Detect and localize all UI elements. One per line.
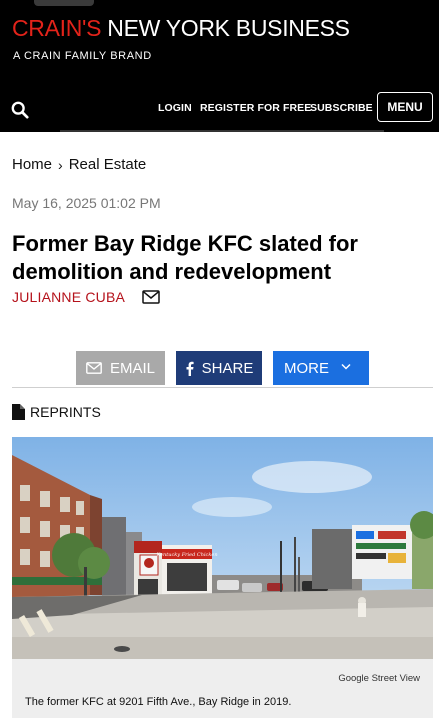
breadcrumb: Home › Real Estate	[12, 156, 146, 173]
share-divider	[12, 387, 433, 388]
breadcrumb-separator: ›	[58, 156, 63, 173]
facebook-icon	[186, 361, 194, 376]
header-divider	[60, 130, 384, 132]
share-email-button[interactable]: EMAIL	[76, 351, 165, 385]
document-icon	[12, 404, 25, 420]
site-logo[interactable]: CRAIN'S NEW YORK BUSINESS	[12, 15, 350, 42]
reprints-link[interactable]: REPRINTS	[12, 404, 101, 420]
site-header: CRAIN'S NEW YORK BUSINESS A CRAIN FAMILY…	[0, 0, 439, 132]
share-facebook-label: SHARE	[201, 359, 254, 377]
subscribe-link[interactable]: SUBSCRIBE	[310, 102, 373, 114]
login-link[interactable]: LOGIN	[158, 102, 192, 114]
share-facebook-button[interactable]: SHARE	[176, 351, 262, 385]
browser-tab-handle	[34, 0, 94, 6]
photo-caption-area: Google Street View The former KFC at 920…	[12, 659, 433, 718]
article-headline: Former Bay Ridge KFC slated for demoliti…	[12, 231, 358, 284]
envelope-icon	[86, 362, 102, 374]
author-email-icon[interactable]	[142, 290, 160, 304]
article-timestamp: May 16, 2025 01:02 PM	[12, 195, 161, 211]
article-photo[interactable]: Kentucky Fried Chicken	[12, 437, 433, 659]
chevron-down-icon	[341, 363, 351, 370]
search-icon[interactable]	[11, 101, 29, 119]
menu-button[interactable]: MENU	[377, 92, 433, 122]
author-link[interactable]: JULIANNE CUBA	[12, 289, 125, 305]
breadcrumb-home[interactable]: Home	[12, 156, 52, 173]
photo-credit: Google Street View	[338, 673, 420, 684]
register-link[interactable]: REGISTER FOR FREE	[200, 102, 311, 114]
reprints-label: REPRINTS	[30, 404, 101, 420]
street-view-image: Kentucky Fried Chicken	[12, 437, 433, 659]
photo-caption: The former KFC at 9201 Fifth Ave., Bay R…	[25, 696, 292, 708]
storefront-sign: Kentucky Fried Chicken	[155, 552, 217, 558]
breadcrumb-real-estate[interactable]: Real Estate	[69, 156, 147, 173]
logo-brand-white: NEW YORK BUSINESS	[107, 15, 350, 41]
share-email-label: EMAIL	[109, 359, 155, 377]
share-more-button[interactable]: MORE	[273, 351, 369, 385]
logo-brand-red: CRAIN'S	[12, 15, 102, 41]
byline: JULIANNE CUBA	[12, 289, 160, 305]
logo-tagline: A CRAIN FAMILY BRAND	[13, 50, 152, 62]
share-more-label: MORE	[284, 359, 329, 377]
